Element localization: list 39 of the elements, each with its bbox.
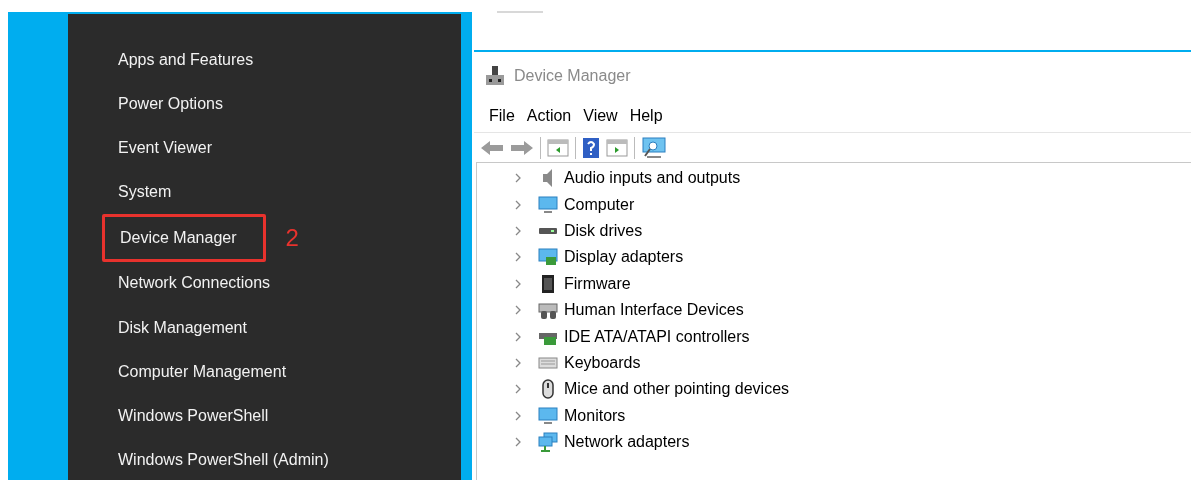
panel-icon[interactable] bbox=[606, 138, 628, 157]
menu-item[interactable]: Apps and Features bbox=[118, 48, 254, 73]
menu-item[interactable]: Power Options bbox=[118, 92, 223, 117]
tree-item[interactable]: Network adapters bbox=[564, 430, 690, 455]
menu-item[interactable]: Windows PowerShell bbox=[118, 403, 269, 428]
monitor-icon bbox=[538, 194, 558, 215]
tree-item[interactable]: Human Interface Devices bbox=[564, 298, 744, 323]
back-arrow-icon[interactable] bbox=[480, 138, 504, 157]
menu-bar-item[interactable]: Help bbox=[624, 104, 668, 128]
monitor-icon bbox=[538, 405, 558, 426]
tree-item[interactable]: Computer bbox=[564, 192, 635, 217]
step-number: 2 bbox=[285, 222, 299, 253]
menu-item[interactable]: Disk Management bbox=[118, 315, 247, 340]
menu-item[interactable]: Event Viewer bbox=[118, 136, 212, 161]
menu-item[interactable]: System bbox=[118, 180, 172, 205]
tree-item[interactable]: Disk drives bbox=[564, 218, 643, 243]
tree-item[interactable]: Audio inputs and outputs bbox=[564, 166, 741, 191]
menu-item[interactable]: Device Manager bbox=[102, 213, 266, 262]
forward-arrow-icon[interactable] bbox=[510, 138, 534, 157]
disk-drive-icon bbox=[538, 226, 558, 235]
menu-bar-item[interactable]: View bbox=[578, 104, 623, 128]
tree-item[interactable]: IDE ATA/ATAPI controllers bbox=[564, 324, 750, 349]
help-icon[interactable] bbox=[582, 136, 600, 159]
menu-bar-item[interactable]: File bbox=[484, 104, 520, 128]
network-icon bbox=[538, 432, 558, 453]
panel-icon[interactable] bbox=[547, 138, 569, 157]
menu-bar-item[interactable]: Action bbox=[521, 104, 577, 128]
menu-item[interactable]: Windows PowerShell (Admin) bbox=[118, 447, 329, 472]
tree-item[interactable]: Display adapters bbox=[564, 245, 684, 270]
tree-item[interactable]: Mice and other pointing devices bbox=[564, 377, 790, 402]
display-card-icon bbox=[538, 247, 558, 268]
window-title: Device Manager bbox=[514, 66, 631, 86]
menu-item[interactable]: Computer Management bbox=[118, 359, 287, 384]
tree-item[interactable]: Keyboards bbox=[564, 350, 641, 375]
menu-item[interactable]: Network Connections bbox=[118, 271, 271, 296]
monitor-search-icon[interactable] bbox=[641, 136, 667, 159]
tree-item[interactable]: Firmware bbox=[564, 271, 631, 296]
tree-item[interactable]: Monitors bbox=[564, 403, 626, 428]
device-manager-icon bbox=[484, 66, 506, 86]
